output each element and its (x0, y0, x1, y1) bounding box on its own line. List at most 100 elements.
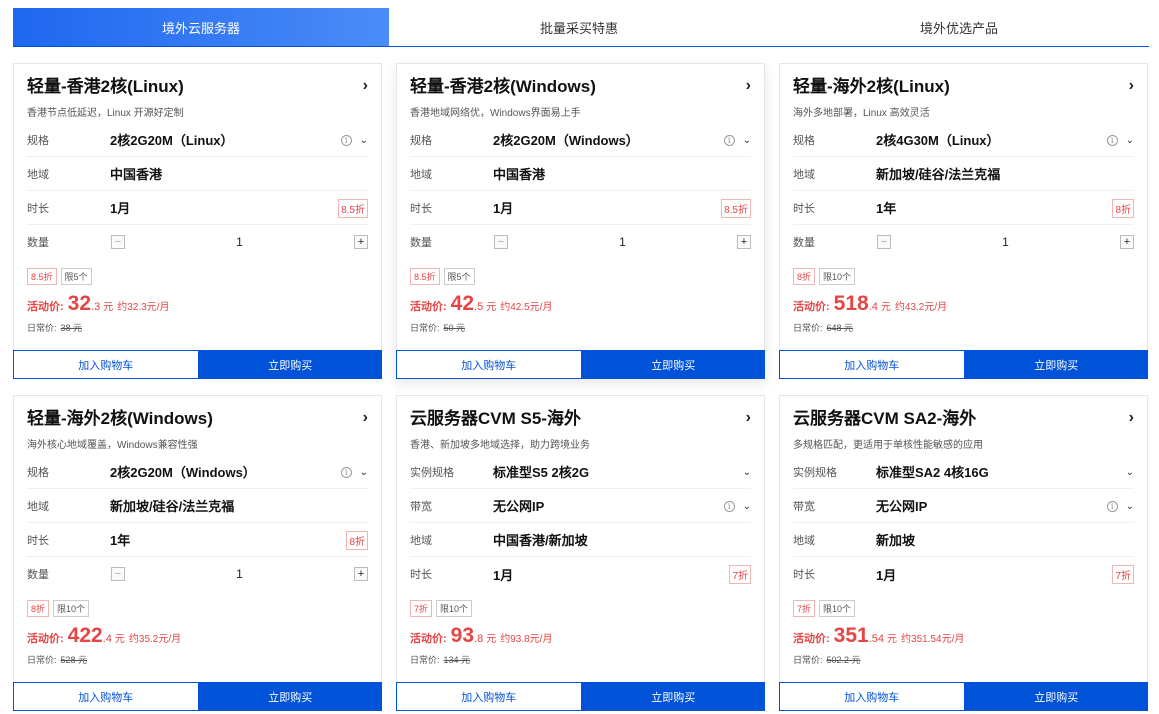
quantity-increment-button[interactable]: + (354, 235, 368, 249)
add-to-cart-button[interactable]: 加入购物车 (396, 682, 582, 711)
config-row: 规格 2核2G20M（Windows） i ⌄ (27, 455, 368, 489)
discount-badge: 8.5折 (721, 198, 751, 218)
original-price: 日常价: 502.2 元 (793, 653, 861, 666)
buy-now-button[interactable]: 立即购买 (581, 350, 765, 379)
chevron-down-icon[interactable]: ⌄ (743, 501, 751, 512)
price-integer: 93 (450, 624, 475, 647)
chevron-down-icon[interactable]: ⌄ (1126, 501, 1134, 512)
discount-badge: 7折 (729, 564, 751, 584)
quantity-value[interactable]: 1 (111, 567, 368, 581)
add-to-cart-button[interactable]: 加入购物车 (13, 682, 199, 711)
price-label: 活动价: (27, 301, 64, 313)
config-row: 时长 1年 8折 (27, 523, 368, 557)
tab-overseas-featured[interactable]: 境外优选产品 (769, 8, 1149, 46)
config-row: 时长 1月 8.5折 (27, 191, 368, 225)
row-label: 规格 (410, 134, 432, 147)
chevron-right-icon[interactable]: › (746, 77, 751, 95)
price-unit: 元 (114, 634, 125, 645)
price-unit: 元 (486, 634, 497, 645)
chevron-down-icon[interactable]: ⌄ (360, 135, 368, 146)
price-label: 活动价: (410, 301, 447, 313)
card-title[interactable]: 轻量-海外2核(Windows) (27, 407, 368, 431)
row-value[interactable]: 无公网IP (876, 496, 927, 515)
quantity-value[interactable]: 1 (494, 235, 751, 249)
limit-chip: 限10个 (436, 600, 473, 617)
original-price-value: 38 元 (60, 323, 83, 333)
row-value[interactable]: 2核2G20M（Linux） (110, 130, 234, 149)
config-row: 数量 − 1 + (793, 225, 1134, 259)
row-value[interactable]: 无公网IP (493, 496, 544, 515)
row-label: 规格 (27, 466, 49, 479)
row-value[interactable]: 2核2G20M（Windows） (110, 462, 256, 481)
info-icon[interactable]: i (1106, 134, 1118, 146)
row-value[interactable]: 2核2G20M（Windows） (493, 130, 639, 149)
original-price-label: 日常价: (793, 655, 823, 665)
chevron-right-icon[interactable]: › (1129, 77, 1134, 95)
original-price-label: 日常价: (410, 655, 440, 665)
buy-now-button[interactable]: 立即购买 (964, 682, 1148, 711)
row-label: 地域 (410, 534, 432, 547)
card-title[interactable]: 轻量-香港2核(Windows) (410, 75, 751, 99)
chevron-down-icon[interactable]: ⌄ (743, 467, 751, 478)
price-label: 活动价: (410, 633, 447, 645)
row-label: 数量 (410, 237, 432, 249)
info-icon[interactable]: i (340, 134, 352, 146)
chevron-down-icon[interactable]: ⌄ (743, 135, 751, 146)
quantity-increment-button[interactable]: + (1120, 235, 1134, 249)
product-card: 轻量-海外2核(Linux) › 海外多地部署，Linux 高效灵活 规格 2核4… (779, 63, 1148, 379)
quantity-increment-button[interactable]: + (737, 235, 751, 249)
price-per-month: 约42.5元/月 (500, 302, 553, 313)
price-unit: 元 (486, 302, 497, 313)
original-price-value: 648 元 (826, 323, 854, 333)
price-unit: 元 (103, 302, 114, 313)
row-value: 1月 (493, 201, 514, 216)
info-icon[interactable]: i (340, 466, 352, 478)
price-per-month: 约32.3元/月 (117, 302, 170, 313)
row-value[interactable]: 标准型SA2 4核16G (876, 462, 989, 481)
config-row: 实例规格 标准型S5 2核2G ⌄ (410, 455, 751, 489)
card-subtitle: 多规格匹配，更适用于单核性能敏感的应用 (793, 440, 983, 451)
card-title[interactable]: 轻量-海外2核(Linux) (793, 75, 1134, 99)
add-to-cart-button[interactable]: 加入购物车 (779, 682, 965, 711)
card-title[interactable]: 云服务器CVM SA2-海外 (793, 407, 1134, 431)
chevron-down-icon[interactable]: ⌄ (360, 467, 368, 478)
config-row: 地域 中国香港/新加坡 (410, 523, 751, 557)
info-icon[interactable]: i (723, 500, 735, 512)
tab-overseas-cloud-server[interactable]: 境外云服务器 (13, 8, 389, 46)
add-to-cart-button[interactable]: 加入购物车 (779, 350, 965, 379)
row-value[interactable]: 2核4G30M（Linux） (876, 130, 1000, 149)
buy-now-button[interactable]: 立即购买 (964, 350, 1148, 379)
card-subtitle: 海外多地部署，Linux 高效灵活 (793, 108, 930, 119)
row-value: 新加坡/硅谷/法兰克福 (876, 167, 1001, 182)
row-label: 地域 (27, 168, 49, 181)
quantity-value[interactable]: 1 (111, 235, 368, 249)
card-title[interactable]: 轻量-香港2核(Linux) (27, 75, 368, 99)
chevron-down-icon[interactable]: ⌄ (1126, 467, 1134, 478)
quantity-value[interactable]: 1 (877, 235, 1134, 249)
chevron-right-icon[interactable]: › (363, 409, 368, 427)
row-value[interactable]: 标准型S5 2核2G (493, 462, 589, 481)
discount-chip: 7折 (793, 600, 816, 617)
add-to-cart-button[interactable]: 加入购物车 (396, 350, 582, 379)
chevron-down-icon[interactable]: ⌄ (1126, 135, 1134, 146)
original-price-label: 日常价: (27, 655, 57, 665)
card-title[interactable]: 云服务器CVM S5-海外 (410, 407, 751, 431)
row-label: 数量 (27, 237, 49, 249)
info-icon[interactable]: i (723, 134, 735, 146)
tab-bulk-purchase[interactable]: 批量采买特惠 (389, 8, 769, 46)
add-to-cart-button[interactable]: 加入购物车 (13, 350, 199, 379)
row-value: 1月 (876, 567, 897, 583)
limit-chip: 限5个 (60, 268, 92, 285)
row-value: 1月 (110, 201, 131, 216)
chevron-right-icon[interactable]: › (1129, 409, 1134, 427)
buy-now-button[interactable]: 立即购买 (198, 682, 382, 711)
buy-now-button[interactable]: 立即购买 (198, 350, 382, 379)
row-label: 时长 (793, 202, 815, 215)
card-subtitle: 香港地域网络优，Windows界面易上手 (410, 108, 581, 119)
chevron-right-icon[interactable]: › (746, 409, 751, 427)
quantity-increment-button[interactable]: + (354, 567, 368, 581)
buy-now-button[interactable]: 立即购买 (581, 682, 765, 711)
info-icon[interactable]: i (1106, 500, 1118, 512)
config-row: 规格 2核2G20M（Linux） i ⌄ (27, 123, 368, 157)
chevron-right-icon[interactable]: › (363, 77, 368, 95)
